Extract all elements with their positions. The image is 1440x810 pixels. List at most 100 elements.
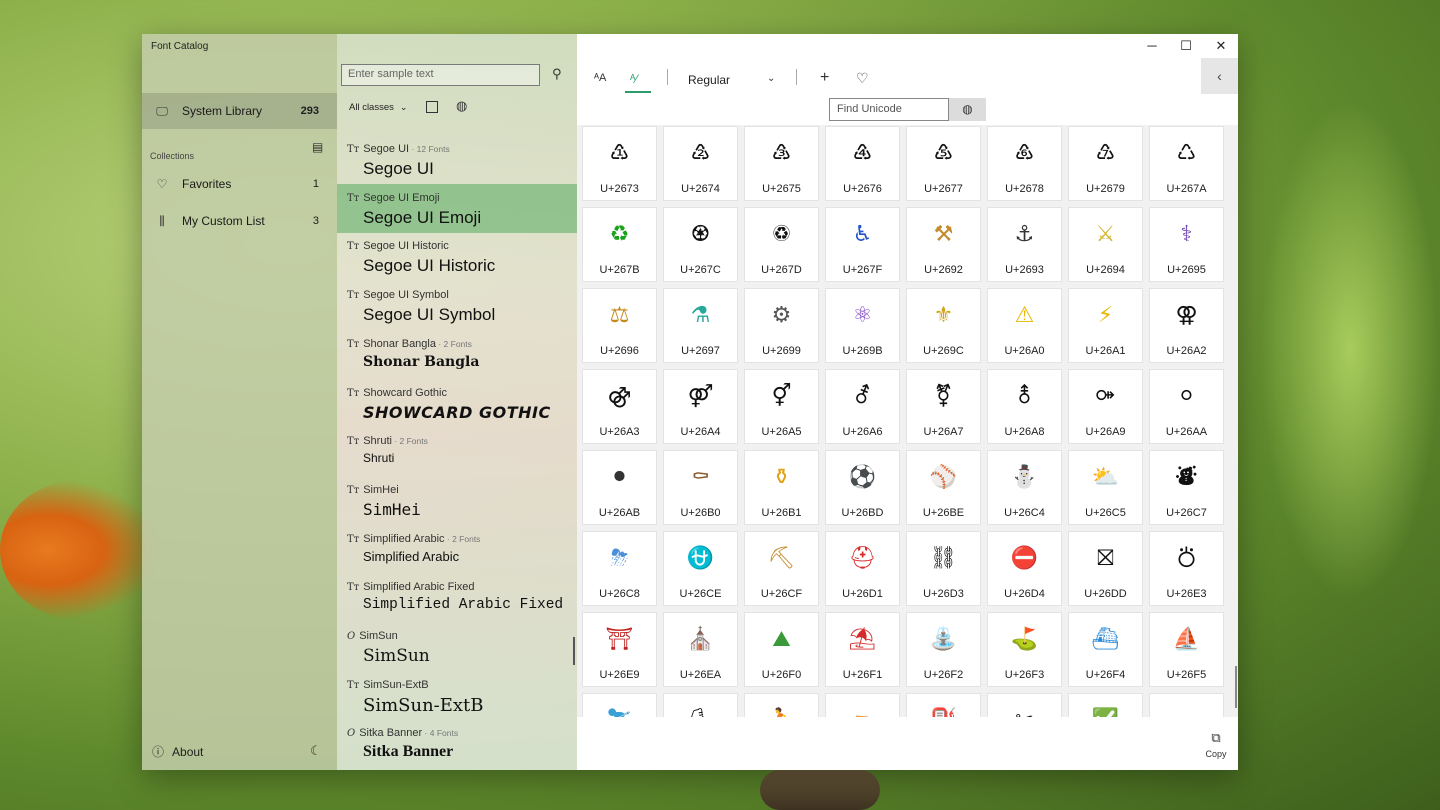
font-list-item[interactable]: Tт SimHei SimHei	[337, 476, 577, 525]
glyph-cell[interactable]: ⛩ U+26E9	[582, 612, 657, 687]
glyph-cell[interactable]: ⛳ U+26F3	[987, 612, 1062, 687]
font-list-scrollbar[interactable]	[573, 637, 575, 665]
glyph-cell[interactable]: ⚣ U+26A3	[582, 369, 657, 444]
glyph-cell[interactable]: ⛱ U+26F1	[825, 612, 900, 687]
collection-book-icon[interactable]: ▤	[312, 140, 323, 154]
palette-icon[interactable]: ◍	[949, 98, 986, 121]
font-list-item[interactable]: Tт Showcard Gothic SHOWCARD GOTHIC	[337, 379, 577, 428]
glyph-cell[interactable]: ⚗ U+2697	[663, 288, 738, 363]
weight-dropdown[interactable]: Regular	[688, 73, 730, 87]
glyph-cell[interactable]: ⛹	[744, 693, 819, 717]
glyph-cell[interactable]: ⛑ U+26D1	[825, 531, 900, 606]
chevron-down-icon[interactable]: ⌄	[767, 73, 775, 84]
glyph-cell[interactable]: ⛰ U+26F0	[744, 612, 819, 687]
glyph-cell[interactable]: ⚱ U+26B1	[744, 450, 819, 525]
character-map-icon[interactable]: ᴬ⁄	[630, 72, 637, 86]
glyph-cell[interactable]: ♼ U+267C	[663, 207, 738, 282]
glyph-cell[interactable]: ♽ U+267D	[744, 207, 819, 282]
text-size-icon[interactable]: ᴬA	[594, 72, 606, 84]
glyph-cell[interactable]: ♴ U+2674	[663, 126, 738, 201]
font-list-item[interactable]: Tт Shonar Bangla · 2 Fonts Shonar Bangla	[337, 330, 577, 379]
glyph-cell[interactable]: ⚠ U+26A0	[987, 288, 1062, 363]
square-view-icon[interactable]	[426, 101, 438, 113]
glyph-cell[interactable]: ⚽ U+26BD	[825, 450, 900, 525]
font-list-item[interactable]: Tт Segoe UI Symbol Segoe UI Symbol	[337, 281, 577, 330]
glyph-cell[interactable]: ⚕ U+2695	[1149, 207, 1224, 282]
glyph-cell[interactable]: ⚢ U+26A2	[1149, 288, 1224, 363]
glyph-cell[interactable]: ⛝ U+26DD	[1068, 531, 1143, 606]
glyph-cell[interactable]: ⚩ U+26A9	[1068, 369, 1143, 444]
class-filter-dropdown[interactable]: All classes ⌄	[349, 102, 407, 113]
glyph-cell[interactable]: ♹ U+2679	[1068, 126, 1143, 201]
glyph-cell[interactable]: ⚒ U+2692	[906, 207, 981, 282]
font-list-item[interactable]: Tт Simplified Arabic Fixed Simplified Arab…	[337, 573, 577, 622]
glyph-cell[interactable]: ⚜ U+269C	[906, 288, 981, 363]
nav-system-library[interactable]: 🖵 System Library 293	[142, 93, 337, 129]
glyph-cell[interactable]: ⚧ U+26A7	[906, 369, 981, 444]
glyph-cell[interactable]: ♿ U+267F	[825, 207, 900, 282]
glyph-grid-scrollbar[interactable]	[1235, 666, 1237, 708]
glyph-cell[interactable]: ⛺	[825, 693, 900, 717]
glyph-cell[interactable]: ⛽	[906, 693, 981, 717]
glyph-cell[interactable]: ⚤ U+26A4	[663, 369, 738, 444]
minimize-icon[interactable]: ─	[1135, 38, 1169, 53]
glyph-cell[interactable]: ⚨ U+26A8	[987, 369, 1062, 444]
glyph-cell[interactable]: ⚦ U+26A6	[825, 369, 900, 444]
glyph-cell[interactable]: ✂	[987, 693, 1062, 717]
add-icon[interactable]: +	[820, 69, 829, 87]
find-unicode-input[interactable]: Find Unicode	[829, 98, 949, 121]
palette-icon[interactable]: ◍	[456, 98, 467, 114]
glyph-cell[interactable]: ♳ U+2673	[582, 126, 657, 201]
glyph-cell[interactable]: ✅	[1068, 693, 1143, 717]
font-list-item[interactable]: Tт Simplified Arabic · 2 Fonts Simplified …	[337, 525, 577, 574]
glyph-cell[interactable]: ⛵ U+26F5	[1149, 612, 1224, 687]
glyph-cell[interactable]: ⚫ U+26AB	[582, 450, 657, 525]
glyph-cell[interactable]: ⛄ U+26C4	[987, 450, 1062, 525]
font-list-item[interactable]: Tт SimSun-ExtB SimSun-ExtB	[337, 671, 577, 720]
glyph-cell[interactable]: ♺ U+267A	[1149, 126, 1224, 201]
glyph-cell[interactable]: ♷ U+2677	[906, 126, 981, 201]
moon-icon[interactable]: ☾	[310, 743, 322, 759]
glyph-cell[interactable]: ♸ U+2678	[987, 126, 1062, 201]
glyph-cell[interactable]: ⛣ U+26E3	[1149, 531, 1224, 606]
glyph-cell[interactable]: ⚪ U+26AA	[1149, 369, 1224, 444]
glyph-cell[interactable]: ⛏ U+26CF	[744, 531, 819, 606]
nav-favorites[interactable]: ♡ Favorites 1	[142, 166, 337, 202]
heart-icon[interactable]: ♡	[856, 70, 869, 87]
glyph-cell[interactable]: ⛇ U+26C7	[1149, 450, 1224, 525]
font-list-item[interactable]: Tт Shruti · 2 Fonts Shruti	[337, 427, 577, 476]
glyph-cell[interactable]: ♵ U+2675	[744, 126, 819, 201]
glyph-cell[interactable]: ⛷	[582, 693, 657, 717]
glyph-cell[interactable]: ⛅ U+26C5	[1068, 450, 1143, 525]
glyph-cell[interactable]: ⛸	[663, 693, 738, 717]
font-list-item[interactable]: Tт Segoe UI Historic Segoe UI Historic	[337, 232, 577, 281]
sample-text-input[interactable]: Enter sample text	[341, 64, 540, 86]
font-list-item[interactable]: O SimSun SimSun	[337, 622, 577, 671]
font-list-item[interactable]: Tт Segoe UI · 12 Fonts Segoe UI	[337, 135, 577, 184]
about-button[interactable]: ⓘ About	[152, 743, 203, 760]
font-list-item[interactable]: Tт Segoe UI Emoji Segoe UI Emoji	[337, 183, 577, 233]
font-list-item[interactable]: O Sitka Banner · 4 Fonts Sitka Banner	[337, 719, 577, 768]
search-icon[interactable]: ⚲	[552, 66, 562, 82]
collapse-pane-button[interactable]: ‹	[1201, 58, 1238, 94]
glyph-cell[interactable]: ⛓ U+26D3	[906, 531, 981, 606]
glyph-cell[interactable]: ⛴ U+26F4	[1068, 612, 1143, 687]
glyph-cell[interactable]: ⚥ U+26A5	[744, 369, 819, 444]
glyph-cell[interactable]: ⚖ U+2696	[582, 288, 657, 363]
nav-my-custom-list[interactable]: ⫼ My Custom List 3	[142, 203, 337, 239]
copy-button[interactable]: ⧉ Copy	[1203, 730, 1229, 759]
glyph-cell[interactable]: ⚰ U+26B0	[663, 450, 738, 525]
glyph-cell[interactable]: ⛔ U+26D4	[987, 531, 1062, 606]
glyph-cell[interactable]: ⛈ U+26C8	[582, 531, 657, 606]
glyph-cell[interactable]: ⚔ U+2694	[1068, 207, 1143, 282]
glyph-cell[interactable]	[1149, 693, 1224, 717]
glyph-cell[interactable]: ♶ U+2676	[825, 126, 900, 201]
glyph-cell[interactable]: ⛎ U+26CE	[663, 531, 738, 606]
glyph-cell[interactable]: ⛲ U+26F2	[906, 612, 981, 687]
close-icon[interactable]: ✕	[1204, 38, 1238, 54]
glyph-cell[interactable]: ⚛ U+269B	[825, 288, 900, 363]
maximize-icon[interactable]: ☐	[1169, 38, 1203, 54]
glyph-cell[interactable]: ⚙ U+2699	[744, 288, 819, 363]
glyph-cell[interactable]: ♻ U+267B	[582, 207, 657, 282]
glyph-cell[interactable]: ⚓ U+2693	[987, 207, 1062, 282]
